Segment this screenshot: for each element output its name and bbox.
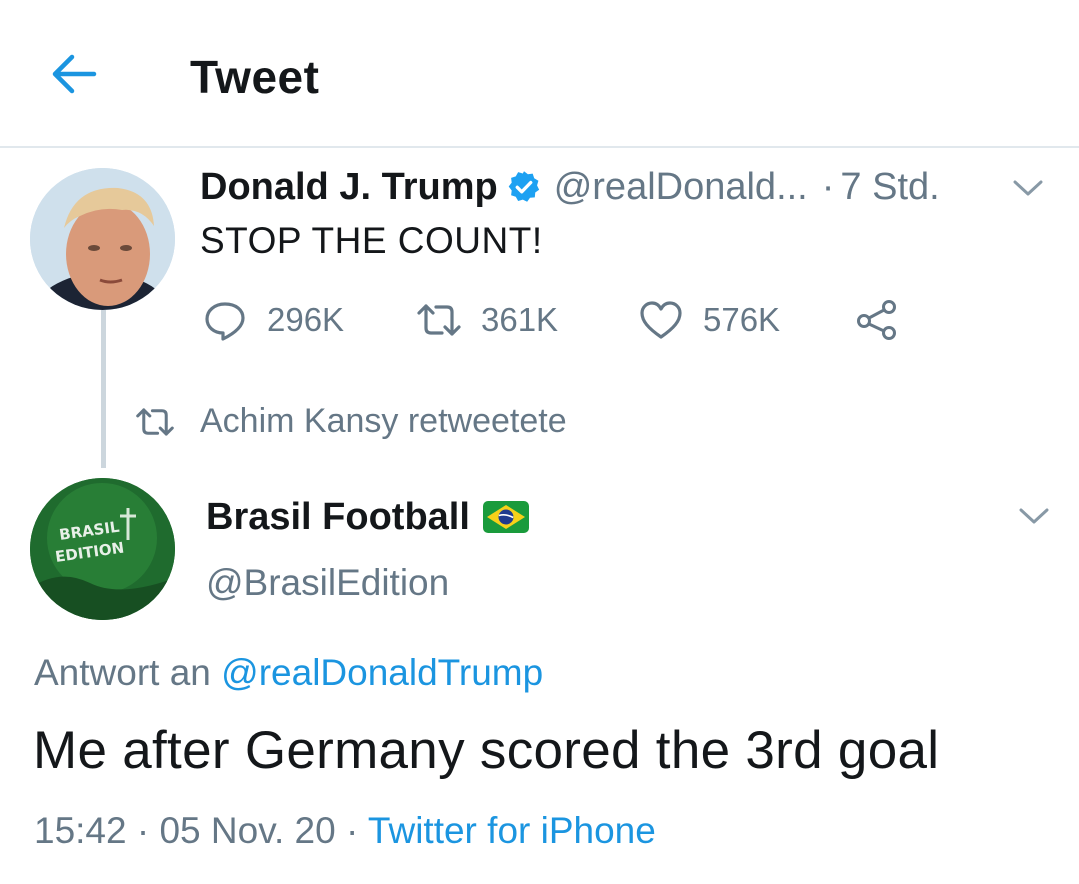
tweet-time: 15:42 bbox=[34, 810, 127, 851]
avatar-trump[interactable] bbox=[30, 168, 175, 310]
action-bar: 296K 361K 576K bbox=[203, 294, 923, 346]
reply-count: 296K bbox=[267, 301, 345, 338]
share-button[interactable] bbox=[855, 294, 899, 346]
thread-connector-line bbox=[101, 310, 106, 468]
share-icon bbox=[857, 300, 896, 340]
brazil-flag-icon bbox=[482, 501, 529, 533]
author-row: Brasil Football bbox=[206, 494, 530, 540]
like-count: 576K bbox=[703, 301, 781, 338]
reply-to-link[interactable]: @realDonaldTrump bbox=[221, 652, 543, 693]
tweet-meta: 15:42 · 05 Nov. 20 · Twitter for iPhone bbox=[34, 810, 656, 852]
arrow-left-icon bbox=[52, 54, 97, 94]
separator-dot: · bbox=[345, 810, 359, 851]
heart-icon bbox=[640, 301, 682, 339]
top-bar: Tweet bbox=[0, 0, 1079, 148]
retweet-count: 361K bbox=[481, 301, 559, 338]
retweet-context: Achim Kansy retweetete bbox=[136, 402, 567, 441]
separator-dot: · bbox=[821, 165, 835, 208]
reply-button[interactable]: 296K bbox=[203, 294, 344, 346]
retweet-context-text[interactable]: Achim Kansy retweetete bbox=[200, 402, 567, 441]
tweet-source-link[interactable]: Twitter for iPhone bbox=[368, 810, 656, 851]
tweet-text: Me after Germany scored the 3rd goal bbox=[33, 721, 940, 780]
chevron-down-icon bbox=[1019, 508, 1049, 524]
author-name[interactable]: Donald J. Trump bbox=[200, 166, 498, 209]
like-button[interactable]: 576K bbox=[639, 294, 780, 346]
retweet-icon bbox=[417, 304, 461, 336]
brasil-edition-logo: BRASIL EDITION bbox=[30, 478, 175, 620]
verified-badge-icon bbox=[508, 171, 539, 202]
retweet-icon bbox=[136, 407, 174, 436]
reply-prefix: Antwort an bbox=[34, 652, 211, 693]
tweet-menu-button[interactable] bbox=[1010, 176, 1046, 200]
reply-context: Antwort an @realDonaldTrump bbox=[34, 652, 543, 694]
author-handle: @realDonald... bbox=[553, 165, 808, 208]
tweet-date: 05 Nov. 20 bbox=[159, 810, 336, 851]
reply-icon bbox=[205, 302, 245, 341]
tweet-menu-button[interactable] bbox=[1016, 504, 1052, 528]
back-button[interactable] bbox=[48, 52, 100, 96]
page-title: Tweet bbox=[190, 51, 320, 103]
portrait-image bbox=[30, 168, 175, 310]
author-handle: @BrasilEdition bbox=[206, 562, 450, 603]
chevron-down-icon bbox=[1013, 180, 1043, 196]
tweet-text: STOP THE COUNT! bbox=[200, 220, 543, 261]
author-row: Donald J. Trump @realDonald... · 7 Std. bbox=[200, 164, 940, 210]
avatar-brasil-football[interactable]: BRASIL EDITION bbox=[30, 478, 175, 620]
author-name[interactable]: Brasil Football bbox=[206, 496, 470, 539]
tweet-time[interactable]: 7 Std. bbox=[840, 166, 939, 209]
retweet-button[interactable]: 361K bbox=[417, 294, 558, 346]
separator-dot: · bbox=[136, 810, 150, 851]
